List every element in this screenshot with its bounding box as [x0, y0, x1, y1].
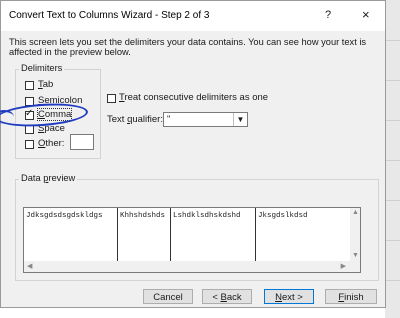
text-qualifier-value: ": [167, 114, 171, 125]
tab-checkbox[interactable]: [25, 81, 34, 90]
intro-text: This screen lets you set the delimiters …: [9, 37, 367, 57]
window-title: Convert Text to Columns Wizard - Step 2 …: [9, 10, 210, 21]
delimiters-group-label: Delimiters: [19, 63, 65, 73]
preview-cell: Lshdklsdhskdshd: [173, 212, 241, 220]
background-sheet: [385, 0, 400, 318]
text-qualifier-label: Text qualifier:: [107, 114, 163, 125]
scroll-left-icon[interactable]: ◀: [27, 262, 32, 270]
preview-cell: Khhshdshds: [120, 212, 166, 220]
text-to-columns-dialog: Convert Text to Columns Wizard - Step 2 …: [0, 0, 386, 308]
preview-column-3[interactable]: Lshdklsdhskdshd: [171, 208, 256, 262]
scroll-right-icon[interactable]: ▶: [341, 262, 346, 270]
preview-column-2[interactable]: Khhshdshds: [118, 208, 171, 262]
horizontal-scrollbar[interactable]: ◀ ▶: [24, 261, 360, 272]
chevron-down-icon[interactable]: ▼: [233, 113, 247, 126]
back-button[interactable]: < Back: [202, 289, 252, 304]
other-delimiter-input[interactable]: [70, 134, 94, 150]
other-label: Other:: [38, 138, 65, 149]
close-button[interactable]: ×: [362, 7, 370, 22]
finish-button[interactable]: Finish: [325, 289, 377, 304]
data-preview-box[interactable]: Jdksgdsdsgdskldgs Khhshdshds Lshdklsdhsk…: [23, 207, 361, 273]
preview-cell: Jdksgdsdsgdskldgs: [26, 212, 103, 220]
other-checkbox[interactable]: [25, 140, 34, 149]
cancel-button[interactable]: Cancel: [143, 289, 193, 304]
scroll-up-icon[interactable]: ▲: [352, 209, 359, 216]
consecutive-label: Treat consecutive delimiters as one: [119, 92, 269, 103]
consecutive-checkbox[interactable]: [107, 94, 116, 103]
preview-column-4[interactable]: Jksgdslkdsd: [256, 208, 350, 262]
vertical-scrollbar[interactable]: ▲ ▼: [350, 208, 360, 262]
tab-label: Tab: [38, 79, 54, 90]
help-button[interactable]: ?: [325, 9, 331, 21]
preview-cell: Jksgdslkdsd: [258, 212, 308, 220]
scroll-down-icon[interactable]: ▼: [352, 252, 359, 259]
preview-column-1[interactable]: Jdksgdsdsgdskldgs: [24, 208, 118, 262]
text-qualifier-select[interactable]: " ▼: [163, 112, 248, 127]
data-preview-label: Data preview: [19, 173, 78, 183]
title-bar: Convert Text to Columns Wizard - Step 2 …: [1, 1, 385, 31]
next-button[interactable]: Next >: [264, 289, 314, 304]
